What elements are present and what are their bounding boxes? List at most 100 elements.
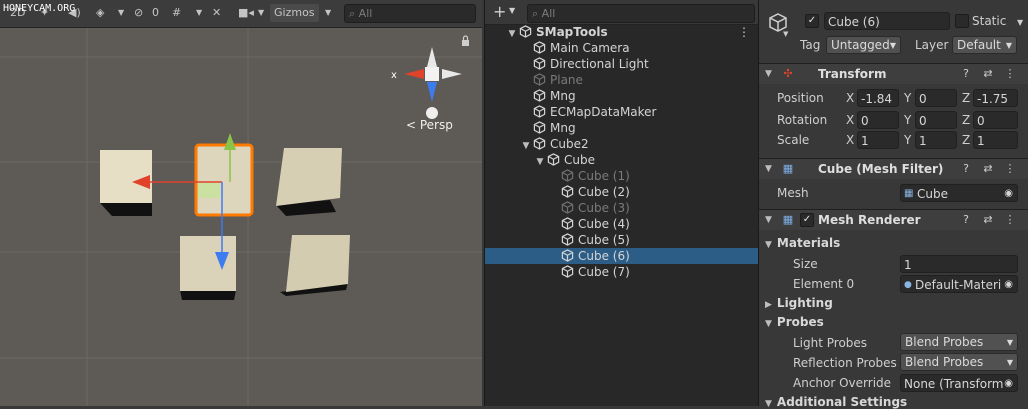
object-picker-icon[interactable]: ◉ — [1004, 375, 1013, 391]
hierarchy-item[interactable]: Cube (6) — [485, 248, 758, 264]
hierarchy-item[interactable]: Cube (2) — [485, 184, 758, 200]
position-x-field[interactable]: -1.84 — [857, 89, 899, 107]
more-options-icon[interactable]: ⋮ — [738, 24, 750, 40]
hierarchy-search-input[interactable]: ⌕ All — [527, 4, 755, 23]
gizmo-x-label: x — [391, 70, 397, 81]
mesh-object-field[interactable]: ▦ Cube ◉ — [900, 184, 1018, 202]
hierarchy-item-label: Cube (7) — [578, 265, 630, 279]
preset-icon[interactable]: ⇄ — [981, 213, 995, 227]
scale-x-field[interactable]: 1 — [857, 131, 899, 149]
hierarchy-item[interactable]: Mng — [485, 120, 758, 136]
add-icon[interactable]: + — [493, 2, 506, 21]
tag-value: Untagged — [831, 38, 890, 52]
lighting-foldout[interactable]: ▶ Lighting — [765, 296, 833, 310]
more-options-icon[interactable]: ⋮ — [1003, 67, 1017, 81]
hierarchy-scene-row[interactable]: ▼ SMapTools ⋮ — [485, 24, 758, 40]
cube-object-5[interactable] — [280, 235, 350, 296]
add-dropdown-icon[interactable]: ▼ — [509, 6, 515, 15]
grid-icon[interactable]: # — [172, 4, 181, 22]
element0-field[interactable]: ● Default-Materi ◉ — [900, 275, 1018, 293]
layer-dropdown[interactable]: Default ▼ — [952, 36, 1017, 54]
element0-value: Default-Materi — [915, 278, 1002, 292]
help-icon[interactable]: ? — [959, 213, 973, 227]
reflection-probes-dropdown[interactable]: Blend Probes ▼ — [900, 353, 1018, 371]
rotation-y-field[interactable]: 0 — [915, 111, 957, 129]
cube-object-4[interactable] — [180, 236, 236, 300]
transform-header[interactable]: ▼ ✣ Transform ? ⇄ ⋮ — [759, 63, 1028, 84]
help-icon[interactable]: ? — [959, 67, 973, 81]
tools-icon[interactable]: ✕ — [212, 4, 221, 22]
search-icon: ⌕ — [532, 7, 539, 20]
hierarchy-item-label: Cube (1) — [578, 169, 630, 183]
mesh-filter-header[interactable]: ▼ ▦ Cube (Mesh Filter) ? ⇄ ⋮ — [759, 158, 1028, 179]
additional-settings-foldout[interactable]: ▼ Additional Settings — [765, 395, 907, 409]
anchor-override-field[interactable]: None (Transform) ◉ — [900, 374, 1018, 392]
hierarchy-item-label: Mng — [550, 121, 576, 135]
active-checkbox[interactable]: ✓ — [805, 14, 819, 28]
lock-icon[interactable] — [462, 35, 469, 46]
hierarchy-item[interactable]: Cube (4) — [485, 216, 758, 232]
position-label: Position — [777, 91, 824, 105]
material-sphere-icon: ● — [904, 280, 912, 290]
preset-icon[interactable]: ⇄ — [981, 67, 995, 81]
anchor-override-label: Anchor Override — [793, 376, 892, 390]
scene-search-input[interactable]: ⌕ All — [344, 4, 476, 23]
object-picker-icon[interactable]: ◉ — [1004, 276, 1013, 292]
static-label: Static — [972, 14, 1007, 28]
size-field[interactable]: 1 — [900, 255, 1018, 273]
effects-icon[interactable]: ◈ — [96, 4, 104, 22]
grid-dropdown-icon[interactable]: ▼ — [196, 4, 202, 22]
gizmos-button[interactable]: Gizmos — [270, 4, 319, 22]
position-z-field[interactable]: -1.75 — [973, 89, 1018, 107]
icon-dropdown-icon[interactable]: ▼ — [783, 30, 788, 38]
rotation-x-field[interactable]: 0 — [857, 111, 899, 129]
fold-arrow-icon[interactable]: ▼ — [765, 215, 772, 225]
hierarchy-item[interactable]: ▼ Cube2 — [485, 136, 758, 152]
hierarchy-item[interactable]: Plane — [485, 72, 758, 88]
rotation-z-field[interactable]: 0 — [973, 111, 1018, 129]
cube-object-3[interactable] — [276, 148, 342, 216]
orientation-gizmo[interactable]: x < Persp — [391, 47, 462, 132]
help-icon[interactable]: ? — [959, 162, 973, 176]
hierarchy-item[interactable]: Main Camera — [485, 40, 758, 56]
hierarchy-item[interactable]: Cube (1) — [485, 168, 758, 184]
object-picker-icon[interactable]: ◉ — [1004, 185, 1013, 201]
hierarchy-item[interactable]: Cube (7) — [485, 264, 758, 280]
mesh-renderer-header[interactable]: ▼ ▦ ✓ Mesh Renderer ? ⇄ ⋮ — [759, 209, 1028, 230]
hierarchy-item[interactable]: Cube (3) — [485, 200, 758, 216]
gameobject-cube-icon — [547, 153, 560, 166]
preset-icon[interactable]: ⇄ — [981, 162, 995, 176]
position-y-field[interactable]: 0 — [915, 89, 957, 107]
hierarchy-item[interactable]: Cube (5) — [485, 232, 758, 248]
mesh-renderer-enabled-checkbox[interactable]: ✓ — [800, 213, 814, 227]
fold-arrow-icon[interactable]: ▼ — [765, 164, 772, 174]
scale-y-field[interactable]: 1 — [915, 131, 957, 149]
mesh-label: Mesh — [777, 186, 809, 200]
camera-icon[interactable]: ■◂ — [238, 4, 254, 22]
probes-foldout[interactable]: ▼ Probes — [765, 315, 824, 329]
effects-dropdown-icon[interactable]: ▼ — [118, 4, 124, 22]
gameobject-cube-icon — [561, 201, 574, 214]
more-options-icon[interactable]: ⋮ — [1003, 162, 1017, 176]
hierarchy-item[interactable]: ▼ Cube — [485, 152, 758, 168]
visibility-icon[interactable]: ⊘ — [134, 4, 143, 22]
tag-dropdown[interactable]: Untagged ▼ — [826, 36, 901, 54]
fold-arrow-icon[interactable]: ▼ — [765, 69, 772, 79]
hierarchy-item[interactable]: ECMapDataMaker — [485, 104, 758, 120]
more-options-icon[interactable]: ⋮ — [1003, 213, 1017, 227]
static-checkbox[interactable] — [955, 14, 969, 28]
hierarchy-item-label: Cube (3) — [578, 201, 630, 215]
materials-foldout[interactable]: ▼ Materials — [765, 236, 840, 250]
object-name-field[interactable]: Cube (6) — [824, 12, 950, 30]
scene-view-panel[interactable]: 2D ✦ ◀) ◈ ▼ ⊘ 0 # ▼ ✕ ■◂ ▼ Gizmos ▼ ⌕ Al… — [0, 0, 482, 406]
cube-object-selected[interactable] — [194, 143, 254, 217]
gizmos-dropdown-icon[interactable]: ▼ — [325, 4, 331, 22]
static-dropdown-icon[interactable]: ▼ — [1017, 18, 1023, 27]
light-probes-dropdown[interactable]: Blend Probes ▼ — [900, 333, 1018, 351]
hierarchy-item[interactable]: Directional Light — [485, 56, 758, 72]
hierarchy-item[interactable]: Mng — [485, 88, 758, 104]
scene-viewport[interactable]: x < Persp — [0, 28, 482, 406]
camera-dropdown-icon[interactable]: ▼ — [258, 4, 264, 22]
gameobject-cube-icon — [533, 41, 546, 54]
scale-z-field[interactable]: 1 — [973, 131, 1018, 149]
